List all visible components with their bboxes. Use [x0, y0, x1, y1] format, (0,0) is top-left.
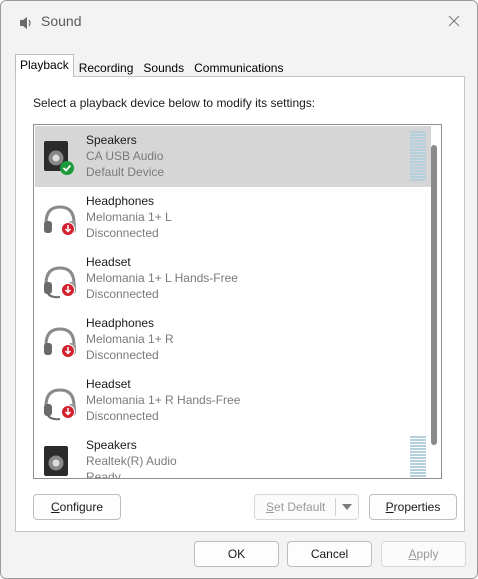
device-description: Melomania 1+ R Hands-Free	[86, 393, 241, 407]
title-bar: Sound	[1, 1, 477, 43]
tab-communications[interactable]: Communications	[189, 57, 288, 77]
device-name: Headset	[86, 377, 131, 391]
dialog-footer: OK Cancel Apply	[1, 533, 477, 578]
speaker-default-icon	[44, 141, 74, 175]
device-list-scrollbar[interactable]	[428, 126, 440, 477]
headset-disconnected-icon	[44, 388, 76, 421]
speaker-icon	[20, 17, 31, 29]
cancel-button[interactable]: Cancel	[287, 541, 372, 567]
device-name: Speakers	[86, 133, 137, 147]
volume-meter	[410, 436, 426, 478]
device-status: Disconnected	[86, 348, 159, 362]
device-list[interactable]: Speakers CA USB Audio Default Device Hea…	[33, 124, 442, 479]
device-status: Default Device	[86, 165, 165, 179]
device-name: Headphones	[86, 194, 155, 208]
device-item-speakers-realtek[interactable]: Speakers Realtek(R) Audio Ready	[35, 431, 431, 479]
tab-sounds[interactable]: Sounds	[138, 57, 189, 77]
properties-button[interactable]: Properties	[369, 494, 457, 520]
headphones-disconnected-icon	[44, 205, 76, 236]
device-description: Realtek(R) Audio	[86, 454, 177, 468]
apply-button[interactable]: Apply	[381, 541, 466, 567]
tab-playback[interactable]: Playback	[15, 54, 74, 77]
device-item-headphones-r[interactable]: Headphones Melomania 1+ R Disconnected	[35, 309, 431, 370]
speaker-icon	[44, 446, 68, 476]
device-item-headset-l[interactable]: Headset Melomania 1+ L Hands-Free Discon…	[35, 248, 431, 309]
device-name: Headset	[86, 255, 131, 269]
volume-meter	[410, 131, 426, 182]
device-status: Disconnected	[86, 226, 159, 240]
instruction-text: Select a playback device below to modify…	[33, 96, 316, 110]
close-button[interactable]	[431, 1, 477, 41]
device-description: Melomania 1+ L	[86, 210, 172, 224]
tab-recording[interactable]: Recording	[74, 57, 139, 77]
device-name: Speakers	[86, 438, 137, 452]
ok-button[interactable]: OK	[194, 541, 279, 567]
headset-disconnected-icon	[44, 266, 76, 299]
device-item-speakers-ca-usb[interactable]: Speakers CA USB Audio Default Device	[35, 126, 431, 187]
sound-dialog: Sound Playback Recording Sounds Communic…	[0, 0, 478, 579]
device-description: Melomania 1+ L Hands-Free	[86, 271, 238, 285]
device-name: Headphones	[86, 316, 155, 330]
chevron-down-icon[interactable]	[342, 504, 352, 511]
device-item-headset-r[interactable]: Headset Melomania 1+ R Hands-Free Discon…	[35, 370, 431, 431]
device-item-headphones-l[interactable]: Headphones Melomania 1+ L Disconnected	[35, 187, 431, 248]
device-description: CA USB Audio	[86, 149, 164, 163]
device-status: Disconnected	[86, 287, 159, 301]
device-status: Ready	[86, 470, 121, 479]
playback-panel: Select a playback device below to modify…	[15, 76, 465, 532]
set-default-button[interactable]: Set Default	[254, 494, 359, 520]
headphones-disconnected-icon	[44, 327, 76, 358]
close-icon	[448, 15, 460, 27]
scrollbar-thumb[interactable]	[431, 145, 437, 445]
window-title: Sound	[41, 13, 82, 29]
configure-button[interactable]: Configure	[33, 494, 121, 520]
tab-bar: Playback Recording Sounds Communications	[15, 54, 288, 77]
device-description: Melomania 1+ R	[86, 332, 174, 346]
device-status: Disconnected	[86, 409, 159, 423]
